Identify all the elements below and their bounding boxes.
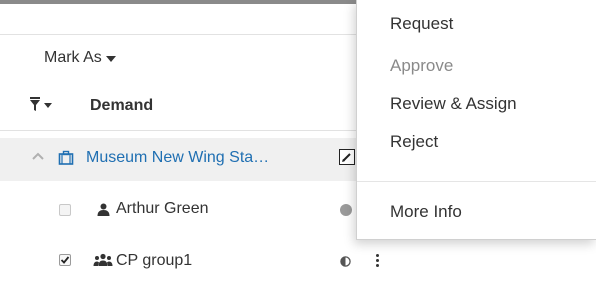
checkmark-icon (60, 256, 70, 264)
demand-user-name[interactable]: Arthur Green (116, 200, 208, 218)
filter-dropdown[interactable] (30, 97, 52, 111)
edit-button[interactable] (339, 149, 355, 165)
more-actions-icon[interactable] (376, 254, 380, 269)
menu-item-request[interactable]: Request (390, 14, 453, 34)
filter-icon (30, 97, 40, 111)
toolbar-top-divider (0, 34, 356, 35)
caret-down-icon (44, 102, 52, 108)
half-circle-icon (340, 256, 351, 267)
users-icon (93, 253, 113, 266)
row-checkbox[interactable] (59, 254, 71, 266)
briefcase-icon (58, 150, 74, 165)
demand-group-name[interactable]: CP group1 (116, 252, 192, 270)
table-row: CP group1 (0, 240, 596, 283)
row-checkbox[interactable] (59, 204, 71, 216)
mark-as-menu: Request Approve Review & Assign Reject M… (356, 0, 596, 240)
menu-item-approve: Approve (390, 56, 454, 75)
menu-item-review-assign[interactable]: Review & Assign (390, 94, 517, 114)
menu-item-reject[interactable]: Reject (390, 132, 438, 152)
demand-grid-view: Mark As Demand Museum New Wing Sta… Arth… (0, 0, 596, 283)
menu-divider (357, 181, 596, 182)
pencil-icon (342, 153, 351, 162)
demand-link-museum[interactable]: Museum New Wing Sta… (86, 149, 269, 167)
filled-circle-icon (340, 204, 352, 216)
user-icon (97, 203, 110, 216)
menu-item-more-info[interactable]: More Info (390, 202, 462, 222)
column-header-demand[interactable]: Demand (90, 97, 153, 115)
caret-down-icon (105, 56, 116, 62)
chevron-up-icon[interactable] (32, 152, 44, 160)
mark-as-label: Mark As (44, 49, 102, 66)
mark-as-dropdown[interactable]: Mark As (44, 49, 116, 67)
